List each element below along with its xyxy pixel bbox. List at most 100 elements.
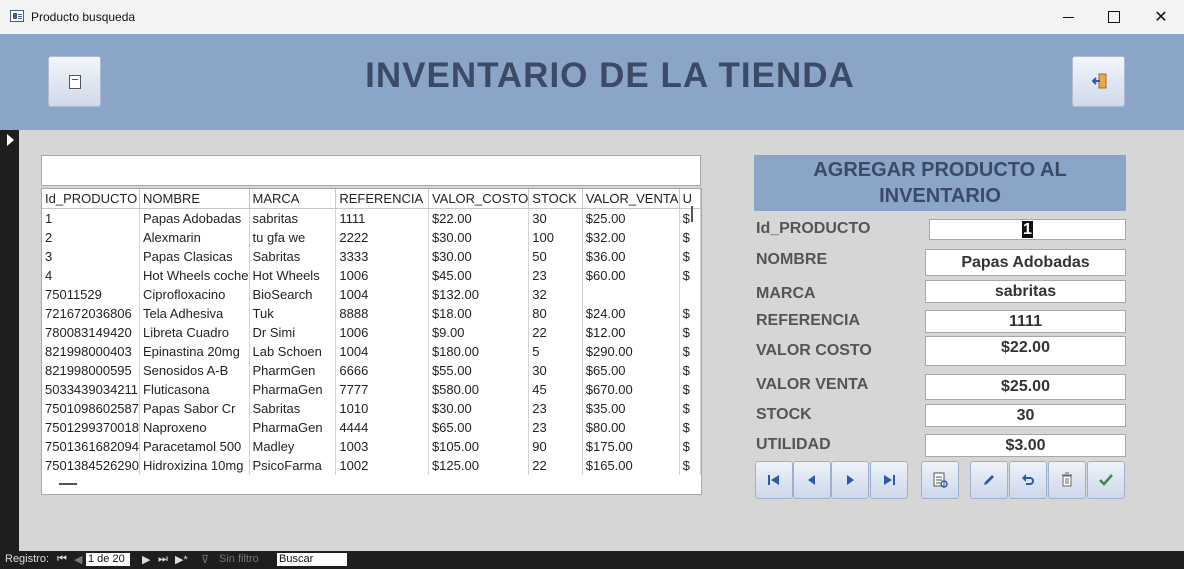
table-cell[interactable]: $ — [679, 418, 701, 437]
table-cell[interactable]: 90 — [528, 437, 583, 456]
table-cell[interactable]: $ — [679, 323, 701, 342]
column-header[interactable]: U — [679, 189, 701, 209]
table-cell[interactable]: $12.00 — [582, 323, 680, 342]
table-cell[interactable]: 7777 — [335, 380, 429, 399]
table-cell[interactable]: $105.00 — [428, 437, 530, 456]
products-datasheet[interactable]: Id_PRODUCTO NOMBRE MARCA REFERENCIA VALOR_CO… — [41, 188, 702, 495]
table-cell[interactable]: 3333 — [335, 247, 429, 266]
table-row[interactable]: 7501098602587 Papas Sabor Cr Sabritas 1010 $… — [42, 399, 701, 418]
table-cell[interactable]: 100 — [528, 228, 583, 247]
table-row[interactable]: 7501299370018 Naproxeno PharmaGen 4444 $65.0… — [42, 418, 701, 437]
table-cell[interactable]: 4 — [42, 266, 140, 285]
table-cell[interactable]: $30.00 — [428, 228, 530, 247]
table-cell[interactable]: 30 — [528, 208, 583, 228]
close-button[interactable]: ✕ — [1138, 0, 1184, 34]
table-cell[interactable]: 4444 — [335, 418, 429, 437]
table-cell[interactable]: 1004 — [335, 285, 429, 304]
table-cell[interactable]: 2 — [42, 228, 140, 247]
table-cell[interactable]: 821998000595 — [42, 361, 140, 380]
column-header[interactable]: MARCA — [249, 189, 337, 209]
table-row[interactable]: 721672036806 Tela Adhesiva Tuk 8888 $18.00 80… — [42, 304, 701, 323]
table-cell[interactable]: Hidroxizina 10mg — [139, 456, 250, 475]
table-cell[interactable]: $670.00 — [582, 380, 680, 399]
table-cell[interactable]: sabritas — [249, 208, 337, 228]
table-cell[interactable]: Fluticasona — [139, 380, 250, 399]
table-cell[interactable]: 721672036806 — [42, 304, 140, 323]
table-cell[interactable]: Senosidos A-B — [139, 361, 250, 380]
table-cell[interactable]: $32.00 — [582, 228, 680, 247]
table-cell[interactable]: $580.00 — [428, 380, 530, 399]
table-cell[interactable]: 32 — [528, 285, 583, 304]
table-cell[interactable]: 1003 — [335, 437, 429, 456]
table-cell[interactable]: Libreta Cuadro — [139, 323, 250, 342]
table-cell[interactable] — [679, 285, 701, 304]
table-cell[interactable]: 5 — [528, 342, 583, 361]
status-search-input[interactable]: Buscar — [277, 553, 347, 566]
table-cell[interactable]: 23 — [528, 266, 583, 285]
table-cell[interactable]: Sabritas — [249, 247, 337, 266]
delete-button[interactable] — [1048, 461, 1086, 499]
table-cell[interactable]: $ — [679, 228, 701, 247]
table-cell[interactable]: 7501384526290 — [42, 456, 140, 475]
table-cell[interactable]: BioSearch — [249, 285, 337, 304]
save-button[interactable] — [1087, 461, 1125, 499]
table-cell[interactable]: Dr Simi — [249, 323, 337, 342]
column-header[interactable]: VALOR_VENTA — [582, 189, 680, 209]
table-cell[interactable]: Papas Adobadas — [139, 208, 250, 228]
column-header[interactable]: REFERENCIA — [335, 189, 429, 209]
table-cell[interactable]: 50 — [528, 247, 583, 266]
id-producto-field[interactable]: 1 — [929, 219, 1126, 240]
table-cell[interactable]: 75011529 — [42, 285, 140, 304]
table-cell[interactable]: Papas Sabor Cr — [139, 399, 250, 418]
table-row[interactable]: 4 Hot Wheels coche Hot Wheels 1006 $45.00 23 $… — [42, 266, 701, 285]
filter-status[interactable]: Sin filtro — [219, 553, 259, 565]
table-cell[interactable]: $ — [679, 304, 701, 323]
table-cell[interactable]: 22 — [528, 456, 583, 475]
table-cell[interactable]: 780083149420 — [42, 323, 140, 342]
table-row[interactable]: 5033439034211 Fluticasona PharmaGen 7777 $58… — [42, 380, 701, 399]
table-cell[interactable]: $36.00 — [582, 247, 680, 266]
table-cell[interactable]: $18.00 — [428, 304, 530, 323]
table-cell[interactable]: Papas Clasicas — [139, 247, 250, 266]
table-cell[interactable]: Hot Wheels — [249, 266, 337, 285]
previous-record-button[interactable] — [793, 461, 831, 499]
table-cell[interactable]: 23 — [528, 418, 583, 437]
last-record-nav-button[interactable]: ⏭ — [158, 553, 168, 566]
new-record-nav-button[interactable]: ▶* — [175, 553, 188, 566]
table-cell[interactable]: 1006 — [335, 266, 429, 285]
table-cell[interactable]: $175.00 — [582, 437, 680, 456]
table-cell[interactable]: $125.00 — [428, 456, 530, 475]
table-cell[interactable]: 45 — [528, 380, 583, 399]
table-cell[interactable]: 6666 — [335, 361, 429, 380]
table-cell[interactable]: $65.00 — [582, 361, 680, 380]
column-header[interactable]: STOCK — [528, 189, 583, 209]
table-cell[interactable]: $ — [679, 247, 701, 266]
table-row[interactable]: 821998000403 Epinastina 20mg Lab Schoen 100… — [42, 342, 701, 361]
table-cell[interactable]: Ciprofloxacino — [139, 285, 250, 304]
table-cell[interactable]: $65.00 — [428, 418, 530, 437]
table-row[interactable]: 821998000595 Senosidos A-B PharmGen 6666 $55… — [42, 361, 701, 380]
table-cell[interactable]: 1002 — [335, 456, 429, 475]
table-cell[interactable]: 7501299370018 — [42, 418, 140, 437]
valor-venta-field[interactable]: $25.00 — [925, 374, 1126, 400]
table-cell[interactable]: $ — [679, 266, 701, 285]
table-cell[interactable]: Madley — [249, 437, 337, 456]
utilidad-field[interactable]: $3.00 — [925, 434, 1126, 457]
table-cell[interactable] — [582, 285, 680, 304]
undo-button[interactable] — [1009, 461, 1047, 499]
table-cell[interactable]: $ — [679, 456, 701, 475]
column-header[interactable]: VALOR_COSTO — [428, 189, 530, 209]
table-cell[interactable]: $ — [679, 380, 701, 399]
stock-field[interactable]: 30 — [925, 404, 1126, 427]
table-cell[interactable]: $ — [679, 208, 701, 228]
table-cell[interactable]: $30.00 — [428, 399, 530, 418]
table-cell[interactable]: 8888 — [335, 304, 429, 323]
table-row[interactable]: 780083149420 Libreta Cuadro Dr Simi 1006 $9.… — [42, 323, 701, 342]
referencia-field[interactable]: 1111 — [925, 310, 1126, 333]
table-cell[interactable]: Tela Adhesiva — [139, 304, 250, 323]
table-cell[interactable]: $9.00 — [428, 323, 530, 342]
table-cell[interactable]: $ — [679, 361, 701, 380]
table-cell[interactable]: Hot Wheels coche — [139, 266, 250, 285]
table-cell[interactable]: $24.00 — [582, 304, 680, 323]
table-row[interactable]: 3 Papas Clasicas Sabritas 3333 $30.00 50 $36.0… — [42, 247, 701, 266]
